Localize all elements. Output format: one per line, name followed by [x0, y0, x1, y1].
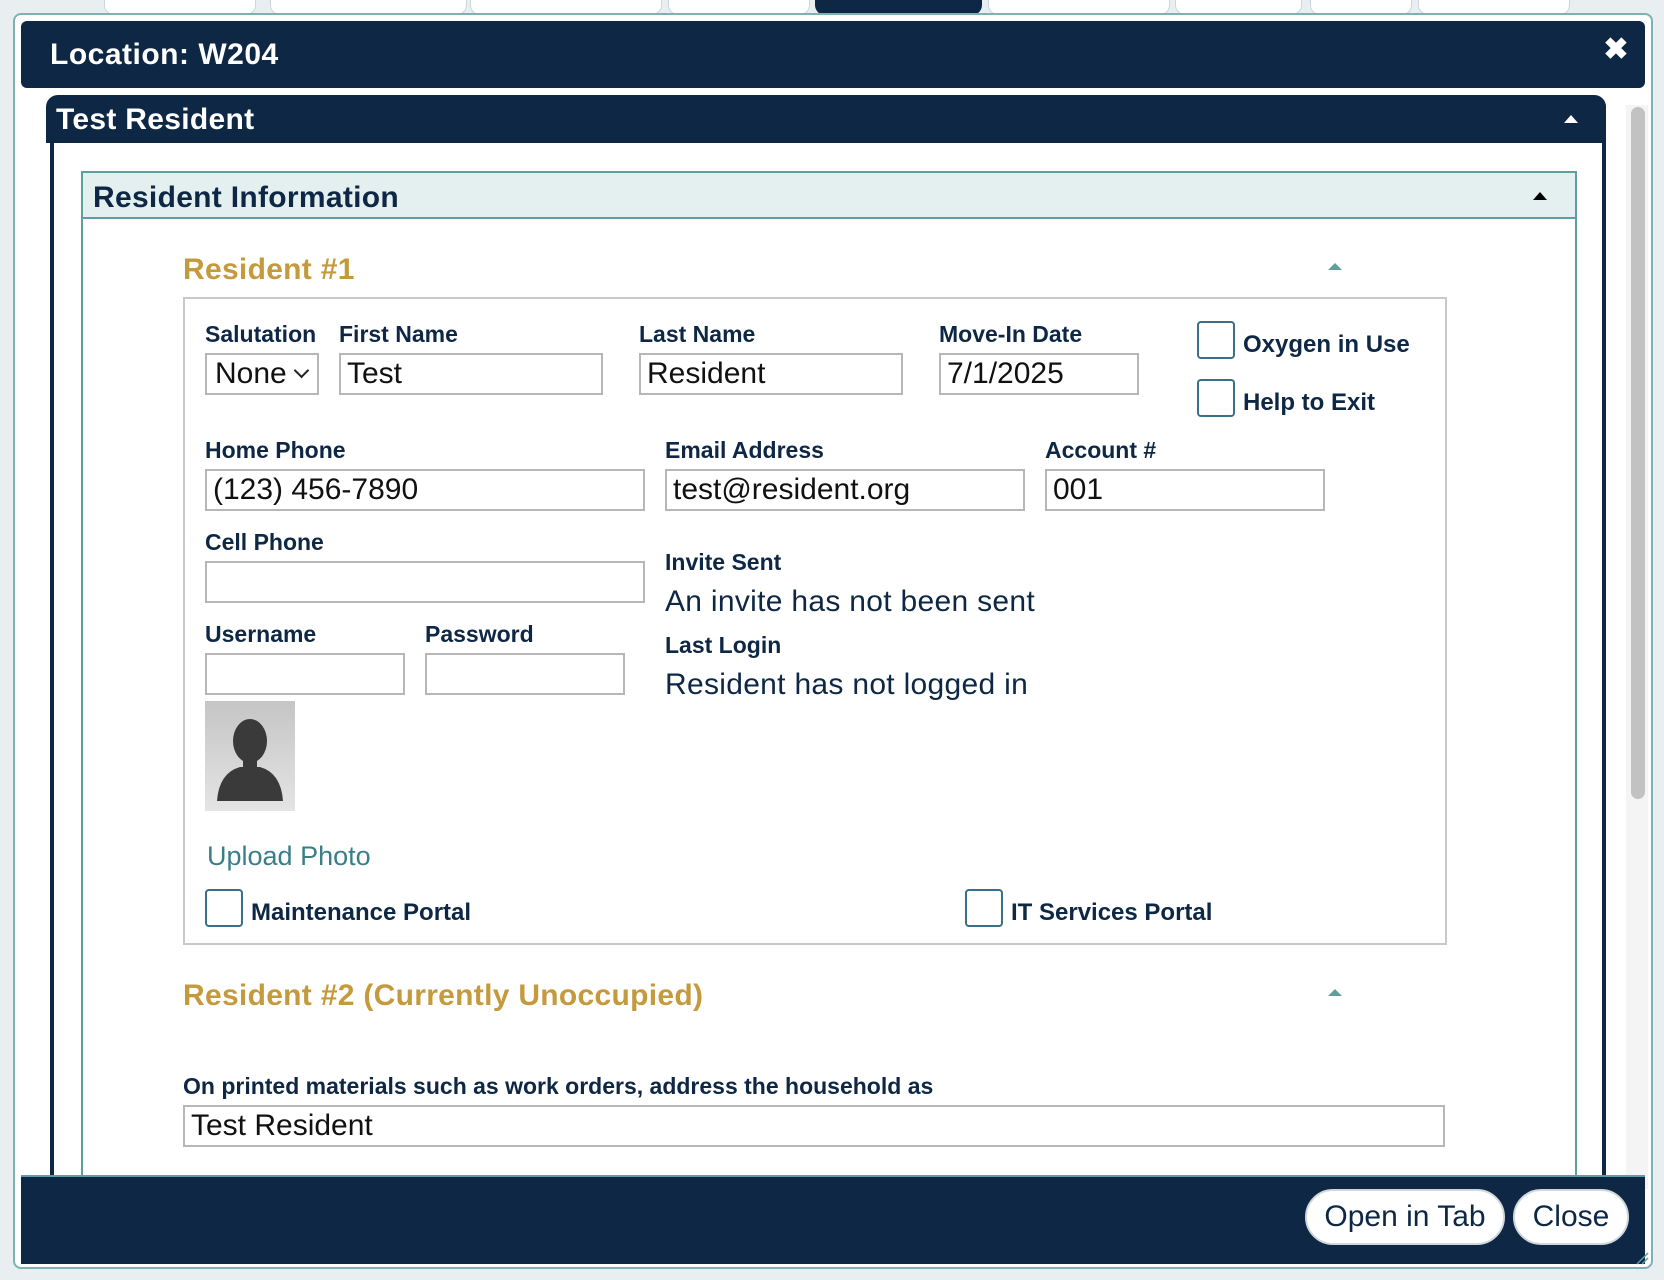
password-input[interactable]: [425, 653, 625, 695]
salutation-label: Salutation: [205, 321, 317, 347]
resident-information-section: Resident Information Resident #1 Salutat…: [81, 171, 1577, 1189]
password-label: Password: [425, 621, 534, 647]
email-address-input[interactable]: [665, 469, 1025, 511]
resident-panel-header[interactable]: Test Resident: [46, 95, 1606, 143]
upload-photo-link[interactable]: Upload Photo: [207, 841, 371, 872]
last-login-value: Resident has not logged in: [665, 668, 1029, 701]
resident-1-heading[interactable]: Resident #1: [183, 253, 355, 287]
collapse-caret-icon[interactable]: [1564, 115, 1578, 123]
last-name-label: Last Name: [639, 321, 756, 347]
home-phone-input[interactable]: [205, 469, 645, 511]
dialog-title: Location: W204: [50, 38, 279, 71]
collapse-caret-icon[interactable]: [1328, 263, 1342, 270]
move-in-date-label: Move-In Date: [939, 321, 1083, 347]
salutation-value: None: [215, 357, 287, 390]
close-button[interactable]: Close: [1513, 1189, 1629, 1245]
collapse-caret-icon[interactable]: [1533, 192, 1547, 200]
dialog-content-scroll-area[interactable]: Test Resident Resident Information Resid…: [15, 95, 1651, 1189]
oxygen-in-use-label[interactable]: Oxygen in Use: [1243, 331, 1410, 359]
maintenance-portal-label[interactable]: Maintenance Portal: [251, 899, 471, 927]
avatar: [205, 701, 295, 811]
username-input[interactable]: [205, 653, 405, 695]
move-in-date-input[interactable]: [939, 353, 1139, 395]
cell-phone-label: Cell Phone: [205, 529, 324, 555]
maintenance-portal-checkbox[interactable]: [205, 889, 243, 927]
help-to-exit-label[interactable]: Help to Exit: [1243, 389, 1375, 417]
location-dialog: Location: W204 ✖ Test Resident Resident …: [13, 13, 1653, 1269]
account-number-label: Account #: [1045, 437, 1157, 463]
panel-title: Test Resident: [56, 103, 255, 136]
last-name-input[interactable]: [639, 353, 903, 395]
resident-2-heading[interactable]: Resident #2 (Currently Unoccupied): [183, 979, 703, 1013]
collapse-caret-icon[interactable]: [1328, 989, 1342, 996]
household-address-label: On printed materials such as work orders…: [183, 1073, 934, 1099]
section-title: Resident Information: [93, 181, 400, 214]
resize-grip-icon[interactable]: [1635, 1251, 1649, 1265]
home-phone-label: Home Phone: [205, 437, 346, 463]
cell-phone-input[interactable]: [205, 561, 645, 603]
it-services-portal-label[interactable]: IT Services Portal: [1011, 899, 1212, 927]
close-icon[interactable]: ✖: [1601, 35, 1631, 65]
invite-sent-label: Invite Sent: [665, 549, 782, 575]
invite-sent-value: An invite has not been sent: [665, 585, 1036, 618]
resident-1-form: Salutation None First Name Last Name Mov…: [183, 297, 1447, 945]
dialog-titlebar[interactable]: Location: W204 ✖: [21, 21, 1645, 88]
first-name-label: First Name: [339, 321, 458, 347]
chevron-down-icon: [293, 362, 310, 379]
salutation-select[interactable]: None: [205, 353, 319, 395]
help-to-exit-checkbox[interactable]: [1197, 379, 1235, 417]
section-header[interactable]: Resident Information: [83, 173, 1575, 219]
it-services-portal-checkbox[interactable]: [965, 889, 1003, 927]
scrollbar-thumb[interactable]: [1631, 107, 1645, 799]
username-label: Username: [205, 621, 317, 647]
oxygen-in-use-checkbox[interactable]: [1197, 321, 1235, 359]
first-name-input[interactable]: [339, 353, 603, 395]
email-address-label: Email Address: [665, 437, 824, 463]
household-address-input[interactable]: [183, 1105, 1445, 1147]
last-login-label: Last Login: [665, 632, 782, 658]
user-silhouette-icon: [217, 719, 283, 801]
account-number-input[interactable]: [1045, 469, 1325, 511]
open-in-tab-button[interactable]: Open in Tab: [1305, 1189, 1505, 1245]
dialog-footer: Open in Tab Close: [21, 1175, 1645, 1264]
